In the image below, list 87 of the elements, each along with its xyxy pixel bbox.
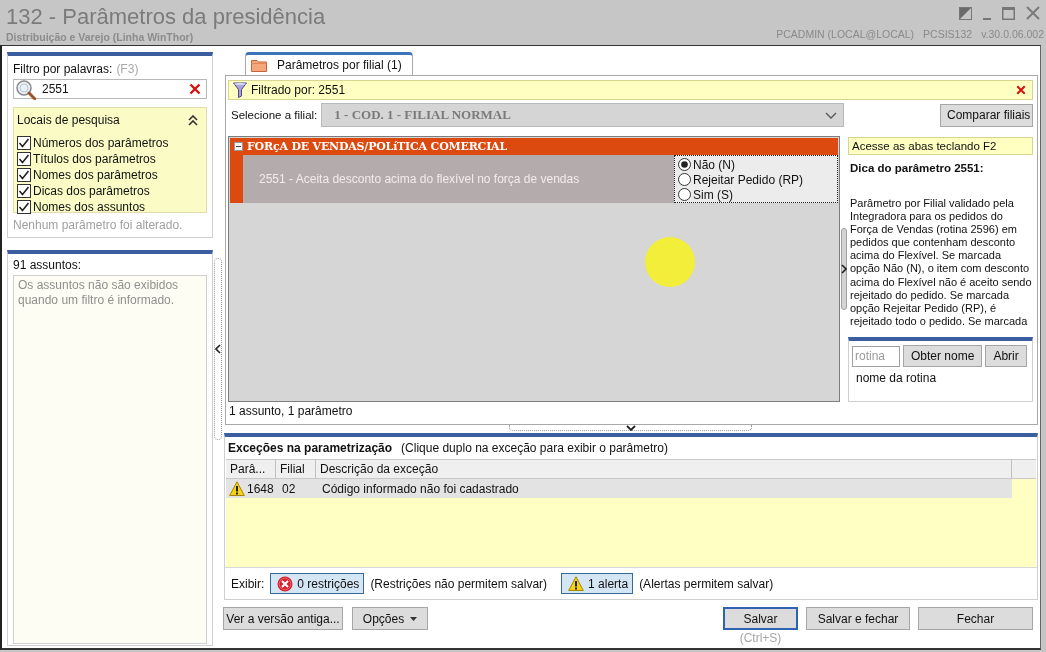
checkbox[interactable] — [17, 136, 31, 150]
window-subtitle: Distribuição e Varejo (Linha WinThor) — [6, 31, 195, 43]
click-highlight-icon — [645, 237, 695, 287]
error-icon — [277, 575, 294, 592]
checkbox[interactable] — [17, 200, 31, 214]
exceptions-title: Exceções na parametrização — [228, 441, 393, 455]
action-button[interactable]: Fechar — [918, 607, 1033, 630]
group-header[interactable]: FORçA DE VENDAS/POLíTICA COMERCIAL — [230, 138, 838, 155]
show-label: Exibir: — [231, 576, 265, 591]
group-title: Locais de pesquisa — [17, 113, 120, 127]
radio-label: Não (N) — [693, 157, 735, 172]
folder-icon — [251, 58, 267, 72]
collapse-icon[interactable] — [188, 114, 198, 126]
chevron-down-icon — [825, 111, 838, 119]
checkbox-label: Dicas dos parâmetros — [33, 184, 150, 198]
action-button[interactable]: Salvar e fechar — [806, 607, 910, 630]
exceptions-hint: (Clique duplo na exceção para exibir o parâmetro) — [401, 441, 668, 455]
toggle-note: (Restrições não permitem salvar) — [370, 576, 548, 591]
branch-label: Selecione a filial: — [230, 109, 318, 121]
search-value: 2551 — [41, 82, 70, 96]
search-field[interactable]: 2551 — [13, 79, 207, 99]
shortcut-label: (F3) — [116, 63, 139, 76]
chevron-down-icon[interactable] — [625, 424, 636, 431]
maximize-icon[interactable] — [1002, 7, 1015, 20]
collapse-icon[interactable] — [234, 142, 243, 151]
warning-icon — [568, 576, 585, 591]
routine-button[interactable]: Obter nome — [903, 345, 983, 367]
column-header[interactable]: Parâ... — [226, 460, 276, 478]
radio-button[interactable] — [678, 188, 691, 201]
checkbox[interactable] — [17, 152, 31, 166]
radio-button[interactable] — [678, 158, 691, 171]
column-header[interactable]: Filial — [276, 460, 316, 478]
checkbox-label: Números dos parâmetros — [33, 136, 169, 150]
splitter-handle[interactable] — [509, 425, 752, 431]
table-cell: 02 — [282, 481, 296, 496]
hint-text: Parâmetro por Filial validado pela Integradora para os pedidos do Força de Vendas (rotina 2596) em pedidos que contenham desconto acima do Flexível. Se marcada opção Não (N), o item com desconto acima do Flexível não é aceito sendo rejeitado do pedido. Se marcada opção Rejeitar Pedido (RP), é rejeitado todo o pedido. Se marcada — [849, 197, 1033, 329]
routine-button[interactable]: Abrir — [985, 345, 1027, 367]
parameter-name: 2551 - Aceita desconto acima do flexível no força de vendas — [259, 172, 580, 186]
tab[interactable]: Parâmetros por filial (1) — [245, 52, 413, 75]
toggle-note: (Alertas permitem salvar) — [639, 576, 774, 591]
splitter-handle[interactable] — [214, 258, 222, 440]
chevron-right-icon[interactable] — [841, 264, 847, 274]
filter-text: Filtrado por: 2551 — [251, 83, 347, 97]
close-icon[interactable] — [1016, 85, 1026, 95]
table-cell: Código informado não foi cadastrado — [322, 481, 519, 496]
action-button[interactable]: Ver a versão antiga... — [223, 607, 343, 630]
chevron-left-icon[interactable] — [215, 344, 221, 354]
compare-button[interactable]: Comparar filiais — [940, 103, 1033, 127]
routine-name: nome da rotina — [855, 371, 938, 385]
splitter-handle[interactable] — [841, 228, 847, 310]
clear-icon[interactable] — [189, 83, 201, 95]
empty-message: Os assuntos não são exibidos quando um filtro é informado. — [18, 278, 180, 308]
status-text: Nenhum parâmetro foi alterado. — [13, 218, 184, 232]
radio-button[interactable] — [678, 173, 691, 186]
group-strip — [230, 155, 243, 203]
shortcut-hint: (Ctrl+S) — [739, 631, 782, 645]
search-icon — [15, 78, 36, 100]
hint-banner: Acesse as abas teclando F2 — [848, 137, 1033, 155]
checkbox[interactable] — [17, 168, 31, 182]
radio-label: Sim (S) — [693, 187, 733, 202]
checkbox-label: Nomes dos parâmetros — [33, 168, 158, 182]
window-title: 132 - Parâmetros da presidência — [6, 3, 326, 29]
group-title: FORçA DE VENDAS/POLíTICA COMERCIAL — [247, 140, 507, 153]
close-icon[interactable] — [1026, 6, 1040, 20]
subjects-count: 91 assuntos: — [13, 257, 83, 274]
filter-toggle[interactable]: 0 restrições — [270, 573, 365, 594]
menu-button[interactable]: Opções — [352, 607, 428, 630]
checkbox[interactable] — [17, 184, 31, 198]
warning-icon — [229, 481, 245, 496]
hint-title: Dica do parâmetro 2551: — [849, 161, 985, 175]
version-label: v.30.0.06.002 — [981, 28, 1044, 40]
filter-label: Filtro por palavras: — [13, 63, 113, 76]
user-label: PCADMIN (LOCAL@LOCAL) — [776, 28, 915, 40]
filter-toggle[interactable]: 1 alerta — [561, 573, 634, 594]
split-square-icon[interactable] — [959, 7, 972, 20]
caret-icon — [410, 616, 418, 621]
action-button[interactable]: Salvar — [723, 607, 798, 630]
program-code: PCSIS132 — [923, 28, 973, 40]
column-header[interactable]: Descrição da exceção — [316, 460, 1012, 478]
routine-input[interactable]: rotina — [852, 345, 900, 367]
checkbox-label: Nomes dos assuntos — [33, 200, 146, 214]
funnel-icon — [233, 82, 247, 98]
checkbox-label: Títulos dos parâmetros — [33, 152, 156, 166]
summary-text: 1 assunto, 1 parâmetro — [228, 403, 354, 420]
table-row[interactable]: 1648 02 Código informado não foi cadastrado — [226, 479, 1012, 498]
radio-label: Rejeitar Pedido (RP) — [693, 172, 804, 187]
table-cell: 1648 — [247, 481, 274, 496]
